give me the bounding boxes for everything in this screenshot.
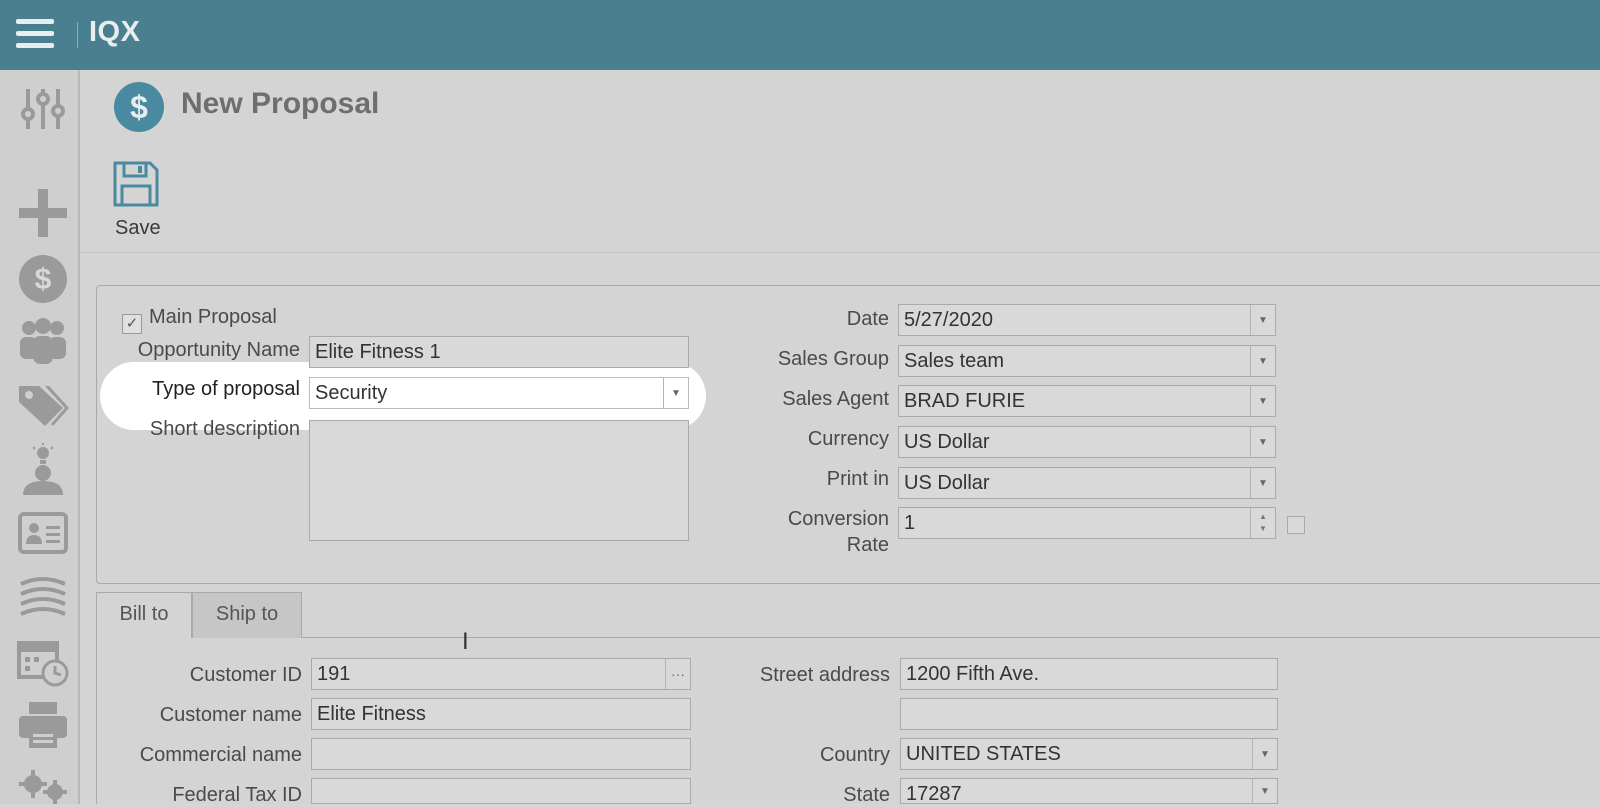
opportunity-name-value: Elite Fitness 1: [315, 341, 441, 363]
main-proposal-label: Main Proposal: [149, 306, 277, 328]
opportunity-name-label: Opportunity Name: [137, 339, 300, 361]
conversion-rate-value: 1: [904, 512, 916, 534]
chevron-down-icon[interactable]: ▼: [1250, 305, 1275, 335]
sales-agent-value: BRAD FURIE: [904, 390, 1026, 412]
customer-name-input[interactable]: Elite Fitness: [311, 698, 691, 730]
date-value: 5/27/2020: [904, 309, 993, 331]
date-label: Date: [846, 308, 889, 330]
sidebar: [0, 70, 80, 804]
user-idea-icon[interactable]: [16, 442, 70, 496]
chevron-down-icon[interactable]: ▼: [1252, 779, 1277, 803]
tab-ship-to-label: Ship to: [215, 603, 279, 625]
dollar-circle-icon[interactable]: $: [16, 252, 70, 306]
sales-group-value: Sales team: [904, 350, 1005, 372]
country-label: Country: [819, 744, 890, 766]
customer-id-label: Customer ID: [189, 664, 302, 686]
conversion-rate-label-line1: Conversion: [787, 508, 889, 530]
chevron-down-icon[interactable]: ▼: [1250, 346, 1275, 376]
calendar-clock-icon[interactable]: [16, 634, 70, 688]
customer-id-input[interactable]: 191 ···: [311, 658, 691, 690]
chevron-down-icon[interactable]: ▼: [1250, 386, 1275, 416]
sales-group-label: Sales Group: [777, 348, 889, 370]
conversion-rate-lock-checkbox[interactable]: [1287, 516, 1305, 534]
short-description-label: Short description: [149, 418, 300, 440]
street-address-input[interactable]: 1200 Fifth Ave.: [900, 658, 1278, 690]
plus-icon[interactable]: [16, 186, 70, 240]
chevron-down-icon[interactable]: ▼: [663, 378, 688, 408]
commercial-name-input[interactable]: [311, 738, 691, 770]
printer-icon[interactable]: [16, 698, 70, 752]
commercial-name-label: Commercial name: [139, 744, 302, 766]
save-button-label: Save: [115, 217, 161, 239]
toolbar-divider: [80, 252, 1600, 253]
app-brand: IQX: [89, 16, 141, 48]
currency-select[interactable]: US Dollar ▼: [898, 426, 1276, 458]
country-select[interactable]: UNITED STATES ▼: [900, 738, 1278, 770]
top-bar-divider: [77, 22, 78, 48]
street-address-label: Street address: [759, 664, 890, 686]
sales-group-select[interactable]: Sales team ▼: [898, 345, 1276, 377]
top-bar: [0, 0, 1600, 70]
sliders-icon[interactable]: [16, 82, 70, 136]
customer-name-label: Customer name: [159, 704, 302, 726]
print-in-label: Print in: [826, 468, 889, 490]
tab-bill-to-label: Bill to: [119, 603, 169, 625]
tags-icon[interactable]: [16, 378, 70, 432]
currency-value: US Dollar: [904, 431, 990, 453]
conversion-rate-stepper[interactable]: 1 ▲ ▼: [898, 507, 1276, 539]
street-address-line2-input[interactable]: [900, 698, 1278, 730]
chevron-down-icon[interactable]: ▼: [1252, 739, 1277, 769]
street-address-value: 1200 Fifth Ave.: [906, 663, 1040, 685]
type-of-proposal-select[interactable]: Security ▼: [309, 377, 689, 409]
hamburger-menu-icon[interactable]: [16, 19, 54, 49]
customer-id-value: 191: [317, 663, 351, 685]
type-of-proposal-label: Type of proposal: [152, 378, 300, 400]
sales-agent-select[interactable]: BRAD FURIE ▼: [898, 385, 1276, 417]
chevron-down-icon[interactable]: ▼: [1250, 468, 1275, 498]
page-title: New Proposal: [181, 87, 380, 120]
main-proposal-checkbox[interactable]: ✓: [122, 314, 142, 334]
sales-agent-label: Sales Agent: [782, 388, 889, 410]
floppy-disk-icon: [113, 161, 159, 207]
contact-card-icon[interactable]: [16, 506, 70, 560]
stepper-arrows-icon[interactable]: ▲ ▼: [1250, 508, 1275, 538]
svg-text:$: $: [35, 263, 52, 296]
print-in-select[interactable]: US Dollar ▼: [898, 467, 1276, 499]
type-of-proposal-value: Security: [315, 382, 388, 404]
short-description-textarea[interactable]: [309, 420, 689, 541]
date-picker[interactable]: 5/27/2020 ▼: [898, 304, 1276, 336]
country-value: UNITED STATES: [906, 743, 1061, 765]
conversion-rate-label-line2: Rate: [846, 534, 889, 556]
tab-bill-to[interactable]: Bill to: [96, 592, 192, 638]
tab-ship-to[interactable]: Ship to: [192, 592, 302, 638]
customer-name-value: Elite Fitness: [317, 703, 426, 725]
chevron-down-icon[interactable]: ▼: [1250, 427, 1275, 457]
people-icon[interactable]: [16, 314, 70, 368]
stack-icon[interactable]: [16, 570, 70, 624]
ellipsis-icon[interactable]: ···: [665, 659, 690, 689]
currency-label: Currency: [807, 428, 889, 450]
save-button[interactable]: Save: [110, 160, 166, 242]
print-in-value: US Dollar: [904, 472, 990, 494]
text-cursor-icon: I: [462, 628, 469, 655]
state-select[interactable]: 17287 ▼: [900, 778, 1278, 804]
gears-icon[interactable]: [16, 762, 70, 804]
state-value: 17287: [906, 783, 962, 804]
dollar-title-icon: $: [114, 82, 164, 132]
federal-tax-id-input[interactable]: [311, 778, 691, 804]
opportunity-name-input[interactable]: Elite Fitness 1: [309, 336, 689, 368]
